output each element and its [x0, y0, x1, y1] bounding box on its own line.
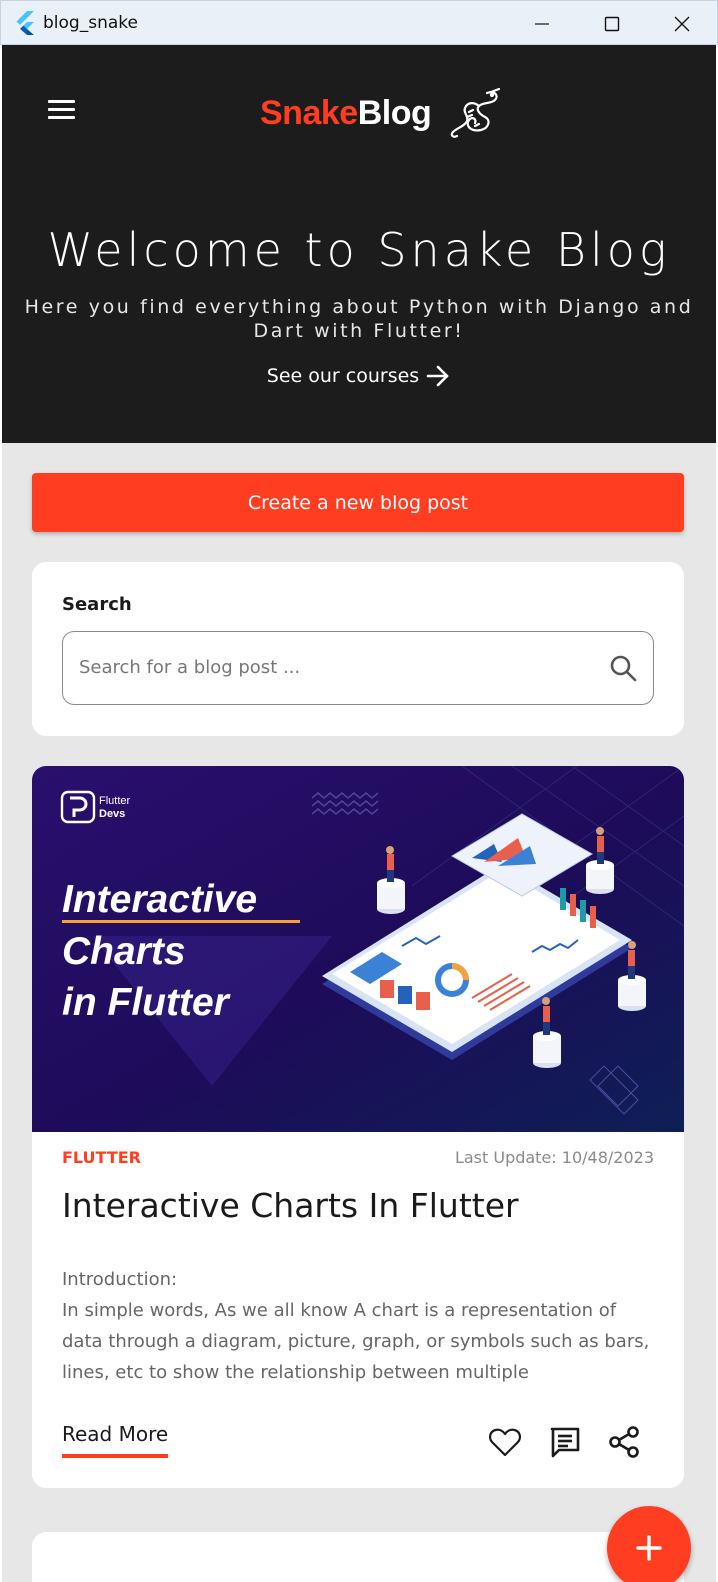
search-card: Search [32, 562, 684, 736]
share-icon [609, 1426, 639, 1458]
share-button[interactable] [605, 1423, 643, 1461]
like-button[interactable] [486, 1423, 524, 1461]
snake-logo-icon [450, 87, 501, 138]
arrow-right-icon [426, 365, 449, 387]
window-controls [507, 1, 717, 46]
search-label: Search [62, 594, 132, 615]
app-content: Snake Blog Welcome to Snake Blog Here you… [2, 45, 716, 1582]
image-headline-line3: in Flutter [62, 981, 231, 1024]
window-title: blog_snake [43, 12, 138, 33]
comment-icon [550, 1427, 580, 1458]
post-last-update: Last Update: 10/48/2023 [454, 1148, 654, 1167]
maximize-icon [604, 16, 620, 31]
search-icon[interactable] [609, 654, 637, 682]
add-post-fab[interactable] [607, 1506, 691, 1582]
hamburger-menu-button[interactable] [46, 97, 78, 123]
flutter-icon [16, 10, 34, 35]
post-title[interactable]: Interactive Charts In Flutter [62, 1186, 662, 1225]
hero-section: Snake Blog Welcome to Snake Blog Here you… [2, 45, 716, 443]
heart-icon [489, 1428, 521, 1457]
post-excerpt: Introduction: In simple words, As we all… [62, 1269, 650, 1383]
search-input[interactable] [79, 632, 599, 703]
maximize-button[interactable] [577, 1, 647, 46]
logo-text-blog: Blog [357, 93, 432, 132]
search-box [62, 631, 654, 705]
logo-text-snake: Snake [260, 93, 358, 132]
hero-subtitle: Here you find everything about Python wi… [24, 296, 694, 342]
see-courses-label: See our courses [266, 365, 420, 387]
image-headline-line1: Interactive [62, 878, 257, 921]
site-logo[interactable]: Snake Blog [260, 83, 501, 143]
hamburger-menu-icon [48, 100, 75, 103]
minimize-button[interactable] [507, 1, 577, 46]
see-courses-link[interactable]: See our courses [2, 363, 716, 389]
create-post-button[interactable]: Create a new blog post [32, 473, 684, 532]
comment-button[interactable] [546, 1423, 584, 1461]
hero-title: Welcome to Snake Blog [47, 223, 671, 277]
image-brand-line1: Flutter [99, 795, 131, 807]
close-button[interactable] [647, 1, 717, 46]
blog-post-card-next [32, 1532, 684, 1582]
image-headline-line2: Charts [62, 930, 186, 973]
read-more-link[interactable]: Read More [62, 1422, 169, 1458]
blog-post-card: Flutter Devs Interactive Charts in Flutt… [32, 766, 684, 1488]
minimize-icon [535, 22, 549, 25]
window-titlebar: blog_snake [0, 0, 718, 45]
plus-icon [636, 1535, 662, 1561]
image-brand-line2: Devs [99, 808, 125, 820]
post-cover-image[interactable]: Flutter Devs Interactive Charts in Flutt… [32, 766, 684, 1132]
post-category[interactable]: FLUTTER [62, 1148, 141, 1167]
close-icon [674, 16, 690, 31]
